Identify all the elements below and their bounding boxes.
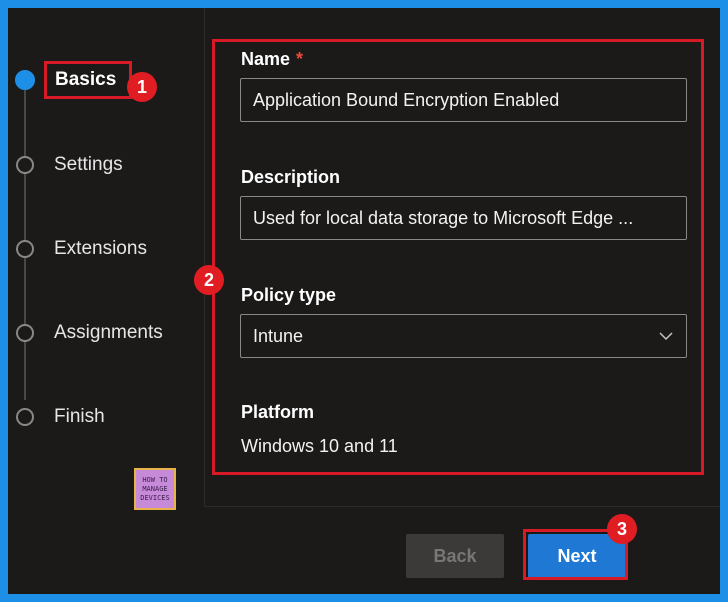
description-input-value: Used for local data storage to Microsoft… (253, 207, 634, 228)
description-field-label: Description (241, 167, 341, 187)
logo-line: HOW TO (142, 475, 168, 484)
wizard-window: Basics Settings Extensions Assignments F… (8, 8, 720, 594)
step-label: Finish (54, 406, 105, 427)
policy-type-select[interactable]: Intune (240, 314, 687, 358)
step-label: Assignments (54, 322, 163, 343)
step-label: Extensions (54, 238, 147, 259)
description-input[interactable]: Used for local data storage to Microsoft… (240, 196, 687, 240)
name-field-label: Name * (241, 49, 303, 70)
annotation-badge-3: 3 (607, 514, 637, 544)
platform-value: Windows 10 and 11 (241, 436, 398, 456)
step-circle-icon (16, 156, 34, 174)
annotation-badge-1: 1 (127, 72, 157, 102)
chevron-down-icon (659, 332, 673, 341)
name-input-value: Application Bound Encryption Enabled (253, 89, 560, 110)
highlight-box-basics (44, 61, 132, 99)
step-assignments[interactable]: Assignments (12, 318, 192, 348)
step-circle-icon (16, 408, 34, 426)
step-extensions[interactable]: Extensions (12, 234, 192, 264)
how-to-manage-devices-logo: HOW TO MANAGE DEVICES (134, 468, 176, 510)
policy-type-selected-value: Intune (253, 325, 304, 346)
footer-divider (204, 506, 720, 507)
required-marker: * (296, 49, 304, 69)
logo-line: MANAGE (142, 484, 168, 493)
step-finish[interactable]: Finish (12, 402, 192, 432)
step-active-dot-icon (15, 70, 35, 90)
step-circle-icon (16, 324, 34, 342)
step-settings[interactable]: Settings (12, 150, 192, 180)
logo-line: DEVICES (140, 493, 170, 502)
step-circle-icon (16, 240, 34, 258)
annotation-badge-2: 2 (194, 265, 224, 295)
policy-type-field-label: Policy type (241, 285, 337, 305)
name-label-text: Name (241, 49, 291, 69)
platform-field-label: Platform (241, 402, 315, 422)
wizard-steps-sidebar: Basics Settings Extensions Assignments F… (8, 8, 205, 510)
back-button[interactable]: Back (406, 534, 504, 578)
name-input[interactable]: Application Bound Encryption Enabled (240, 78, 687, 122)
step-label: Settings (54, 154, 123, 175)
